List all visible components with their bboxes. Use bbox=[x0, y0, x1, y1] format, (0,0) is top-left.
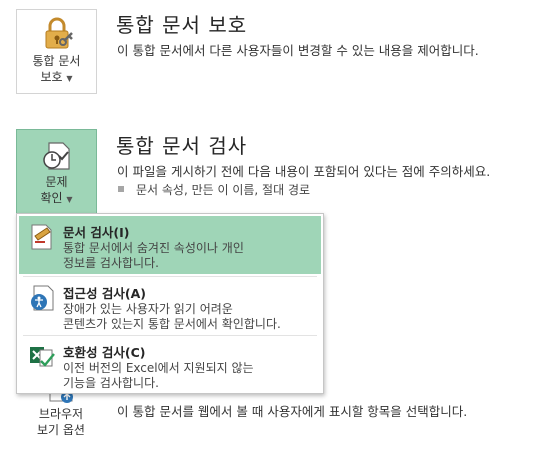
browser-button-label-1: 브라우저 bbox=[38, 407, 84, 421]
menu-item-title: 문서 검사(I) bbox=[63, 225, 130, 240]
browser-button-label-2: 보기 옵션 bbox=[37, 423, 85, 437]
menu-item-title: 접근성 검사(A) bbox=[63, 286, 146, 301]
compatibility-check-icon bbox=[30, 347, 55, 367]
check-button-label-1: 문제 bbox=[45, 175, 68, 189]
menu-item-desc-line: 장애가 있는 사용자가 읽기 어려운 bbox=[63, 302, 233, 316]
inspect-section-title: 통합 문서 검사 bbox=[116, 134, 248, 158]
menu-item-title: 호환성 검사(C) bbox=[63, 345, 146, 360]
browser-view-options-button[interactable]: 브라우저 보기 옵션 bbox=[28, 386, 94, 450]
check-document-icon bbox=[42, 142, 70, 170]
protect-button-label-1: 통합 문서 bbox=[32, 54, 81, 68]
protect-workbook-button[interactable]: 통합 문서 보호 ▼ bbox=[16, 9, 97, 94]
inspect-section-description: 이 파일을 게시하기 전에 다음 내용이 포함되어 있다는 점에 주의하세요. bbox=[117, 164, 491, 179]
browser-section-description: 이 통합 문서를 웹에서 볼 때 사용자에게 표시할 항목을 선택합니다. bbox=[117, 404, 468, 419]
accessibility-check-icon bbox=[31, 285, 54, 311]
menu-item-desc-line: 기능을 검사합니다. bbox=[63, 376, 159, 390]
lock-icon bbox=[45, 17, 73, 49]
menu-item-desc-line: 이전 버전의 Excel에서 지원되지 않는 bbox=[63, 361, 254, 375]
check-for-issues-button[interactable]: 문제 확인 ▼ bbox=[16, 129, 97, 214]
chevron-down-icon: ▼ bbox=[66, 195, 73, 204]
inspect-bullet-text: 문서 속성, 만든 이 이름, 절대 경로 bbox=[136, 183, 311, 197]
protect-button-label-2: 보호 bbox=[40, 70, 63, 84]
menu-item-desc-line: 콘텐츠가 있는지 통합 문서에서 확인합니다. bbox=[63, 317, 281, 331]
protect-section-title: 통합 문서 보호 bbox=[116, 13, 248, 37]
menu-item-desc-line: 통합 문서에서 숨겨진 속성이나 개인 bbox=[63, 241, 244, 255]
inspect-bullet-item: 문서 속성, 만든 이 이름, 절대 경로 bbox=[118, 181, 310, 198]
protect-section-description: 이 통합 문서에서 다른 사용자들이 변경할 수 있는 내용을 제어합니다. bbox=[117, 43, 479, 58]
document-inspect-icon bbox=[31, 224, 52, 250]
menu-item-check-accessibility[interactable]: 접근성 검사(A) 장애가 있는 사용자가 읽기 어려운 콘텐츠가 있는지 통합… bbox=[19, 277, 321, 335]
check-button-label-2: 확인 bbox=[40, 191, 63, 205]
menu-item-inspect-document[interactable]: 문서 검사(I) 통합 문서에서 숨겨진 속성이나 개인 정보를 검사합니다. bbox=[19, 216, 321, 274]
bullet-square-icon bbox=[118, 186, 124, 192]
menu-item-desc-line: 정보를 검사합니다. bbox=[63, 256, 159, 270]
chevron-down-icon: ▼ bbox=[66, 74, 73, 83]
menu-item-check-compatibility[interactable]: 호환성 검사(C) 이전 버전의 Excel에서 지원되지 않는 기능을 검사합… bbox=[19, 336, 321, 394]
check-for-issues-menu: 문서 검사(I) 통합 문서에서 숨겨진 속성이나 개인 정보를 검사합니다. … bbox=[16, 213, 324, 394]
